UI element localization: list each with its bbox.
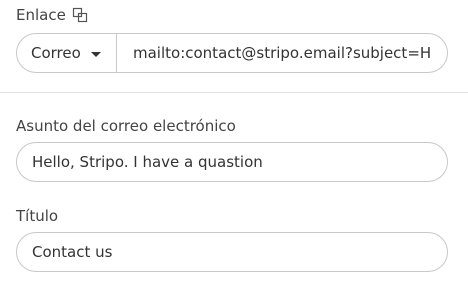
email-subject-label: Asunto del correo electrónico xyxy=(16,117,236,135)
link-type-select-value: Correo xyxy=(31,44,81,62)
title-label: Título xyxy=(16,207,59,225)
link-type-select[interactable]: Correo xyxy=(17,34,117,72)
section-divider xyxy=(0,92,468,93)
chevron-down-icon xyxy=(90,51,101,57)
link-field-group: Correo mailto:contact@stripo.email?subje… xyxy=(16,33,448,73)
title-input[interactable]: Contact us xyxy=(16,232,448,272)
email-subject-input[interactable]: Hello, Stripo. I have a quastion xyxy=(16,142,448,182)
link-url-input[interactable]: mailto:contact@stripo.email?subject=H xyxy=(117,34,447,72)
link-label-text: Enlace xyxy=(16,6,66,24)
link-label: Enlace xyxy=(16,5,88,25)
link-copy-icon[interactable] xyxy=(72,7,88,23)
